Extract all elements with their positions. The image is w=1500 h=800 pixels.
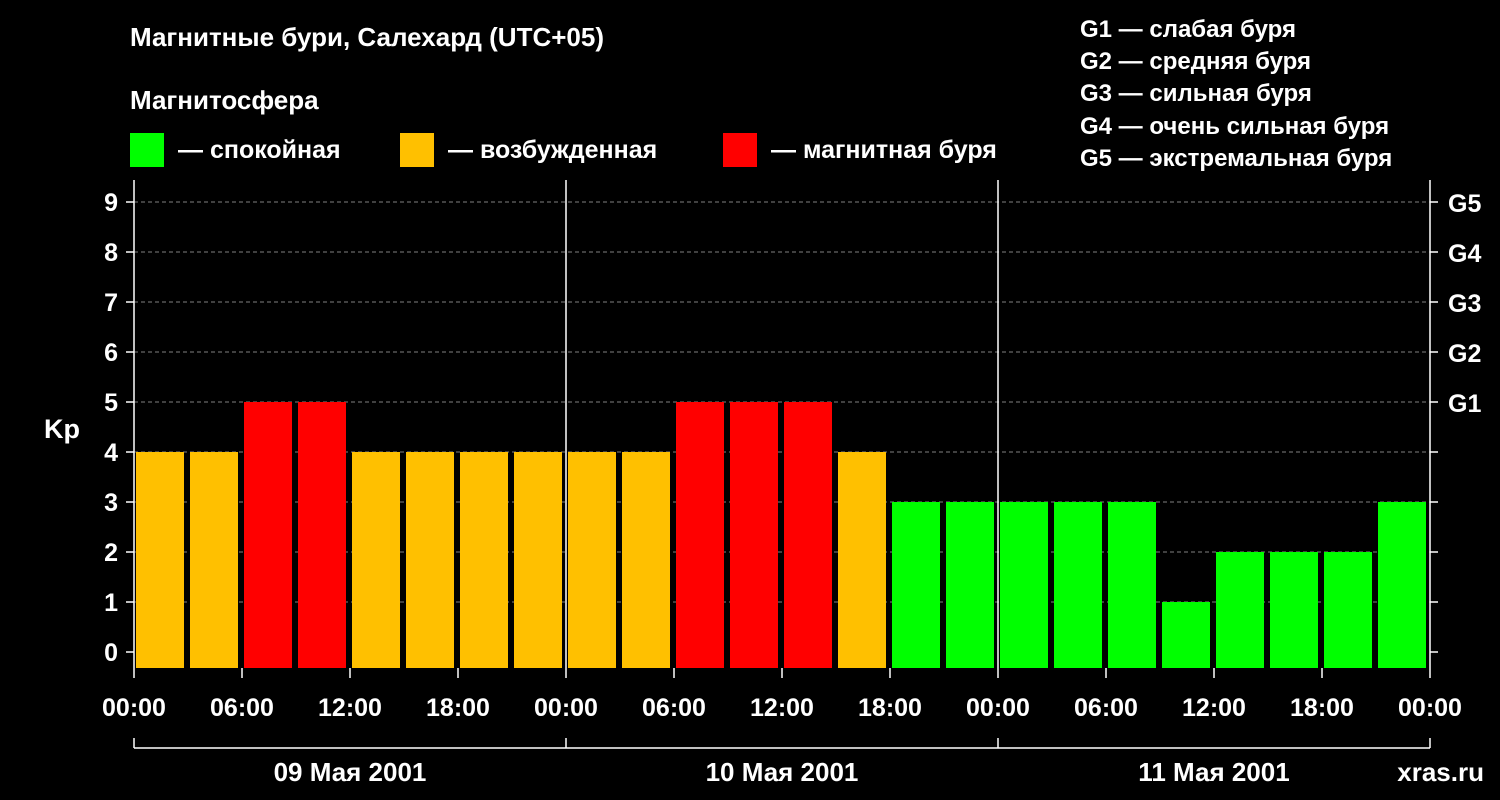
- y-tick-label: 6: [104, 339, 118, 367]
- y-tick-label: 5: [104, 389, 118, 417]
- watermark: xras.ru: [1397, 757, 1484, 787]
- y-tick-label: 0: [104, 639, 118, 667]
- x-tick-label: 00:00: [966, 694, 1030, 722]
- g-tick-label: G5: [1448, 190, 1481, 218]
- kp-bar: [784, 402, 832, 668]
- kp-bar: [298, 402, 346, 668]
- x-tick-label: 12:00: [1182, 694, 1246, 722]
- kp-bar: [1000, 502, 1048, 668]
- kp-bar: [730, 402, 778, 668]
- x-tick-label: 06:00: [642, 694, 706, 722]
- kp-bar: [1270, 552, 1318, 668]
- kp-bar: [460, 452, 508, 668]
- y-tick-label: 1: [104, 589, 118, 617]
- kp-bar: [946, 502, 994, 668]
- y-axis-label: Kp: [44, 414, 80, 444]
- g-tick-label: G4: [1448, 240, 1481, 268]
- kp-bar: [514, 452, 562, 668]
- kp-bar: [676, 402, 724, 668]
- g-tick-label: G2: [1448, 340, 1481, 368]
- x-tick-label: 00:00: [102, 694, 166, 722]
- kp-bar: [1324, 552, 1372, 668]
- kp-bar: [892, 502, 940, 668]
- y-tick-label: 7: [104, 289, 118, 317]
- y-tick-label: 8: [104, 239, 118, 267]
- x-tick-label: 00:00: [534, 694, 598, 722]
- x-tick-label: 00:00: [1398, 694, 1462, 722]
- g-tick-label: G3: [1448, 290, 1481, 318]
- kp-bar: [838, 452, 886, 668]
- g-tick-label: G1: [1448, 390, 1481, 418]
- x-tick-label: 12:00: [750, 694, 814, 722]
- kp-bar: [568, 452, 616, 668]
- kp-bar: [136, 452, 184, 668]
- x-tick-label: 18:00: [858, 694, 922, 722]
- kp-bar: [190, 452, 238, 668]
- x-tick-label: 06:00: [210, 694, 274, 722]
- x-tick-label: 18:00: [426, 694, 490, 722]
- day-label: 10 Мая 2001: [706, 757, 859, 787]
- kp-bar: [1108, 502, 1156, 668]
- x-tick-label: 06:00: [1074, 694, 1138, 722]
- kp-bar: [352, 452, 400, 668]
- kp-bar: [622, 452, 670, 668]
- kp-bar: [1378, 502, 1426, 668]
- kp-bar: [1054, 502, 1102, 668]
- kp-bar: [1216, 552, 1264, 668]
- kp-bar: [244, 402, 292, 668]
- day-label: 09 Мая 2001: [274, 757, 427, 787]
- kp-bar: [1162, 602, 1210, 668]
- y-tick-label: 3: [104, 489, 118, 517]
- y-tick-label: 4: [104, 439, 118, 467]
- kp-bar: [406, 452, 454, 668]
- y-tick-label: 9: [104, 189, 118, 217]
- kp-chart: 0 1 2 3 4 5 6 7 8 9 G1 G2 G3 G4 G5 Kp 00:00 06:00 12:00 18:…: [44, 180, 1484, 787]
- x-tick-label: 12:00: [318, 694, 382, 722]
- x-tick-label: 18:00: [1290, 694, 1354, 722]
- day-label: 11 Мая 2001: [1138, 757, 1289, 787]
- y-tick-label: 2: [104, 539, 118, 567]
